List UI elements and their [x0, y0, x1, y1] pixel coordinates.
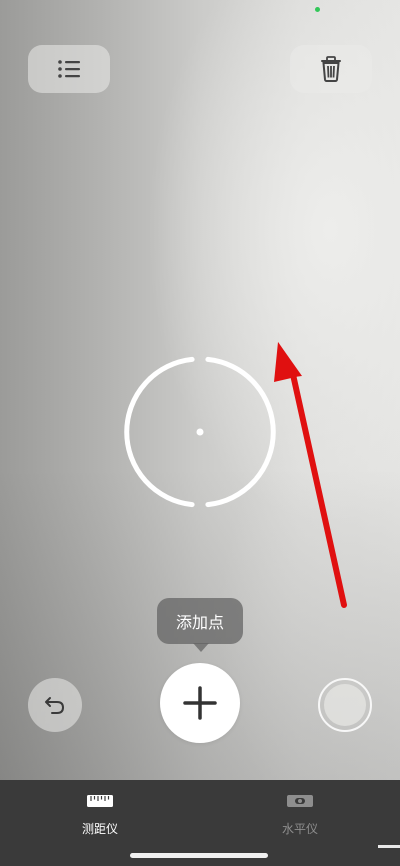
tab-measure[interactable]: 测距仪	[55, 790, 145, 837]
capture-button[interactable]	[318, 678, 372, 732]
undo-icon	[45, 697, 65, 714]
edge-highlight	[378, 845, 400, 848]
camera-indicator-dot	[315, 7, 320, 12]
tooltip-pointer	[193, 643, 209, 652]
list-icon	[58, 60, 80, 78]
plus-icon	[183, 686, 217, 720]
add-point-button[interactable]	[160, 663, 240, 743]
clear-button[interactable]	[290, 45, 372, 93]
reticle-center-dot	[196, 428, 204, 436]
tooltip-label: 添加点	[175, 613, 224, 632]
tab-level-label: 水平仪	[281, 822, 318, 836]
home-indicator[interactable]	[130, 853, 268, 858]
tab-measure-label: 测距仪	[81, 822, 118, 836]
undo-button[interactable]	[28, 678, 82, 732]
add-point-tooltip: 添加点	[157, 598, 243, 644]
measurement-reticle	[124, 356, 276, 508]
ruler-icon	[87, 795, 113, 807]
shutter-icon	[324, 684, 366, 726]
level-icon	[287, 795, 313, 807]
measurements-list-button[interactable]	[28, 45, 110, 93]
trash-icon	[321, 56, 341, 82]
tab-level[interactable]: 水平仪	[255, 790, 345, 837]
